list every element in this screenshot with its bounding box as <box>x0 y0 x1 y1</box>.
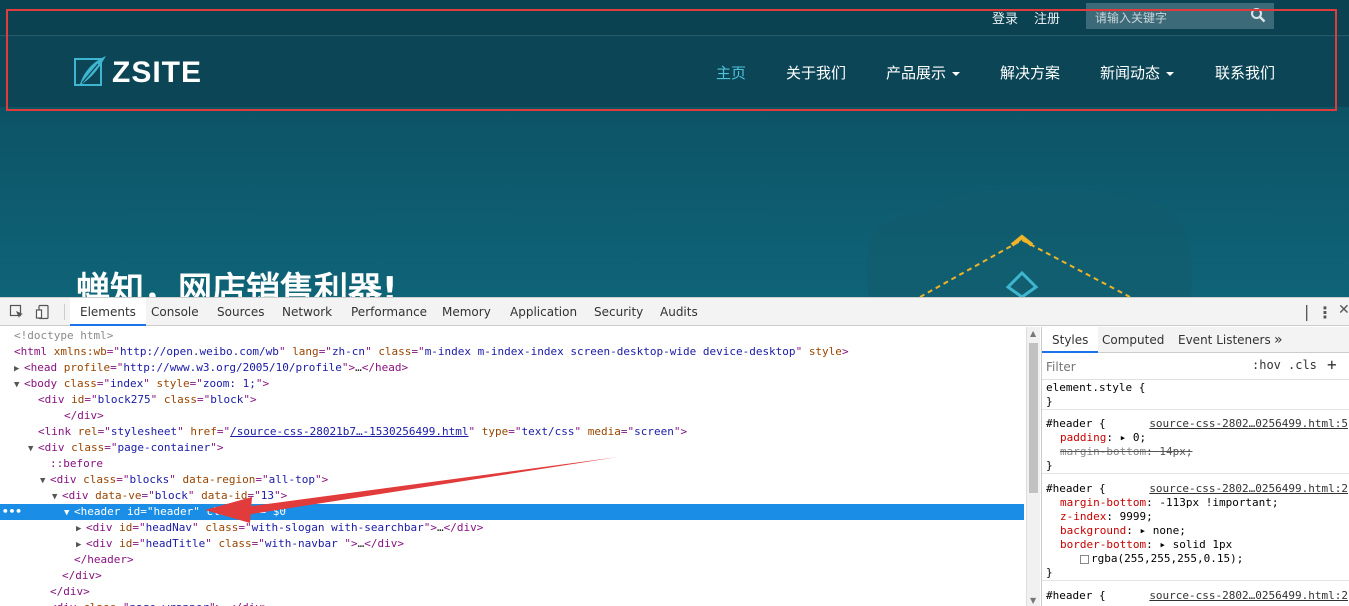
tab-console[interactable]: Console <box>151 298 199 326</box>
expand-triangle-icon[interactable]: ▶ <box>14 361 24 377</box>
rule-source-link[interactable]: source-css-2802…0256499.html:2 <box>1149 589 1348 603</box>
styles-tabbar: Styles Computed Event Listeners » <box>1042 327 1349 353</box>
stylesheet-link[interactable]: /source-css-28021b7…-1530256499.html <box>230 425 468 438</box>
tab-network[interactable]: Network <box>282 298 332 326</box>
dom-line-close-header[interactable]: </header> <box>74 552 134 568</box>
dom-line-body[interactable]: ▼ <body class="index" style="zoom: 1;"> <box>14 376 269 392</box>
tab-memory[interactable]: Memory <box>442 298 491 326</box>
dom-line-close-div[interactable]: </div> <box>64 408 104 424</box>
tab-sources[interactable]: Sources <box>217 298 264 326</box>
tab-styles[interactable]: Styles <box>1042 327 1099 353</box>
tab-elements[interactable]: Elements <box>70 298 146 326</box>
tab-security[interactable]: Security <box>594 298 643 326</box>
expand-triangle-icon[interactable]: ▶ <box>40 601 50 606</box>
css-prop-z-index[interactable]: z-index: 9999; <box>1042 510 1349 524</box>
collapse-triangle-icon[interactable]: ▼ <box>40 473 50 489</box>
style-rule-header-1: #header {source-css-2802…0256499.html:5 … <box>1042 417 1349 474</box>
dom-line-before[interactable]: ::before <box>50 456 103 472</box>
dom-line-page-container[interactable]: ▼ <div class="page-container"> <box>28 440 223 456</box>
dom-line-header-selected[interactable]: ••• ▼ <header id="header" class> == $0 <box>0 504 1024 520</box>
tab-application[interactable]: Application <box>510 298 577 326</box>
rule-selector[interactable]: #header { <box>1046 589 1106 602</box>
rule-close: } <box>1046 459 1053 472</box>
toolbar-divider <box>64 304 65 320</box>
collapse-triangle-icon[interactable]: ▼ <box>64 505 74 521</box>
styles-pane: Styles Computed Event Listeners » :hov .… <box>1041 327 1349 606</box>
style-rule-header-2: #header {source-css-2802…0256499.html:2 … <box>1042 482 1349 581</box>
rule-selector[interactable]: #header { <box>1046 417 1106 430</box>
dom-line-headtitle[interactable]: ▶ <div id="headTitle" class="with-navbar … <box>76 536 404 552</box>
css-prop-border-bottom[interactable]: border-bottom: ▸ solid 1px <box>1042 538 1349 552</box>
dom-line-html[interactable]: <html xmlns:wb="http://open.weibo.com/wb… <box>14 344 849 360</box>
style-rule-element: element.style { } <box>1042 381 1349 410</box>
tab-computed[interactable]: Computed <box>1102 327 1164 353</box>
devtools-tabbar: Elements Console Sources Network Perform… <box>0 298 1349 326</box>
css-prop-background[interactable]: background: ▸ none; <box>1042 524 1349 538</box>
header-highlight-box <box>6 9 1337 111</box>
css-prop-margin-bottom[interactable]: margin-bottom: -113px !important; <box>1042 496 1349 510</box>
dom-tree: <!doctype html> <html xmlns:wb="http://o… <box>0 327 1024 606</box>
dom-line-link[interactable]: <link rel="stylesheet" href="/source-css… <box>38 424 687 440</box>
device-toolbar-icon[interactable] <box>35 304 51 320</box>
dom-line-close-div[interactable]: </div> <box>50 584 90 600</box>
rule-selector[interactable]: #header { <box>1046 482 1106 495</box>
more-dots-icon[interactable]: ••• <box>2 504 22 520</box>
collapse-triangle-icon[interactable]: ▼ <box>14 377 24 393</box>
dom-line-block-ve[interactable]: ▼ <div data-ve="block" data-id="13"> <box>52 488 287 504</box>
dom-line-doctype[interactable]: <!doctype html> <box>14 328 113 344</box>
filter-row: :hov .cls + <box>1042 354 1349 380</box>
dom-line-head[interactable]: ▶ <head profile="http://www.w3.org/2005/1… <box>14 360 408 376</box>
devtools-panel: Elements Console Sources Network Perform… <box>0 297 1349 606</box>
header-selected-suffix: class> == $0 <box>206 505 286 518</box>
tab-audits[interactable]: Audits <box>660 298 698 326</box>
color-swatch-icon[interactable] <box>1080 554 1089 564</box>
style-rule-header-3: #header { source-css-2802…0256499.html:2 <box>1042 589 1349 603</box>
rule-close: } <box>1046 566 1053 579</box>
rule-source-link[interactable]: source-css-2802…0256499.html:5 <box>1149 417 1348 431</box>
cls-toggle[interactable]: .cls <box>1288 358 1317 372</box>
doctype-text: <!doctype html> <box>14 329 114 342</box>
hero-title: 蝉知，网店销售利器! <box>76 270 398 297</box>
new-rule-icon[interactable]: + <box>1327 355 1337 374</box>
rule-source-link[interactable]: source-css-2802…0256499.html:2 <box>1149 482 1348 496</box>
scrollbar-thumb[interactable] <box>1029 343 1038 493</box>
css-color-value[interactable]: rgba(255,255,255,0.15); <box>1042 552 1349 566</box>
vertical-dots-divider: | <box>1304 302 1310 321</box>
scroll-down-icon[interactable]: ▼ <box>1030 596 1036 605</box>
dom-scrollbar[interactable]: ▲ ▼ <box>1026 327 1040 606</box>
hero-decoration <box>866 187 1192 297</box>
tab-performance[interactable]: Performance <box>351 298 427 326</box>
dom-line-close-div[interactable]: </div> <box>62 568 102 584</box>
tab-event-listeners[interactable]: Event Listeners <box>1178 327 1271 353</box>
scroll-up-icon[interactable]: ▲ <box>1030 329 1036 338</box>
collapse-triangle-icon[interactable]: ▼ <box>52 489 62 505</box>
expand-triangle-icon[interactable]: ▶ <box>76 537 86 553</box>
hov-toggle[interactable]: :hov <box>1252 358 1281 372</box>
rule-selector[interactable]: element.style { <box>1042 381 1349 395</box>
close-icon[interactable]: ✕ <box>1338 302 1349 318</box>
inspect-element-icon[interactable] <box>9 304 25 320</box>
expand-triangle-icon[interactable]: ▶ <box>76 521 86 537</box>
css-prop-margin-bottom-overridden[interactable]: margin-bottom: 14px; <box>1042 445 1349 459</box>
dom-line-headnav[interactable]: ▶ <div id="headNav" class="with-slogan wi… <box>76 520 483 536</box>
more-menu-icon[interactable]: ⋮ <box>1317 303 1333 322</box>
website-viewport: 登录 注册 请输入关键字 ZSITE 主页 关于我们 产品展示 解决方案 新闻动… <box>0 0 1349 297</box>
dom-line-block275[interactable]: <div id="block275" class="block"> <box>38 392 257 408</box>
styles-filter-input[interactable] <box>1046 357 1242 377</box>
dom-line-blocks[interactable]: ▼ <div class="blocks" data-region="all-to… <box>40 472 328 488</box>
dom-line-page-wrapper[interactable]: ▶<div class="page-wrapper">…</div> <box>40 600 269 606</box>
collapse-triangle-icon[interactable]: ▼ <box>28 441 38 457</box>
css-prop-padding[interactable]: padding: ▸ 0; <box>1042 431 1349 445</box>
rule-close: } <box>1046 395 1053 408</box>
more-tabs-icon[interactable]: » <box>1274 327 1283 353</box>
